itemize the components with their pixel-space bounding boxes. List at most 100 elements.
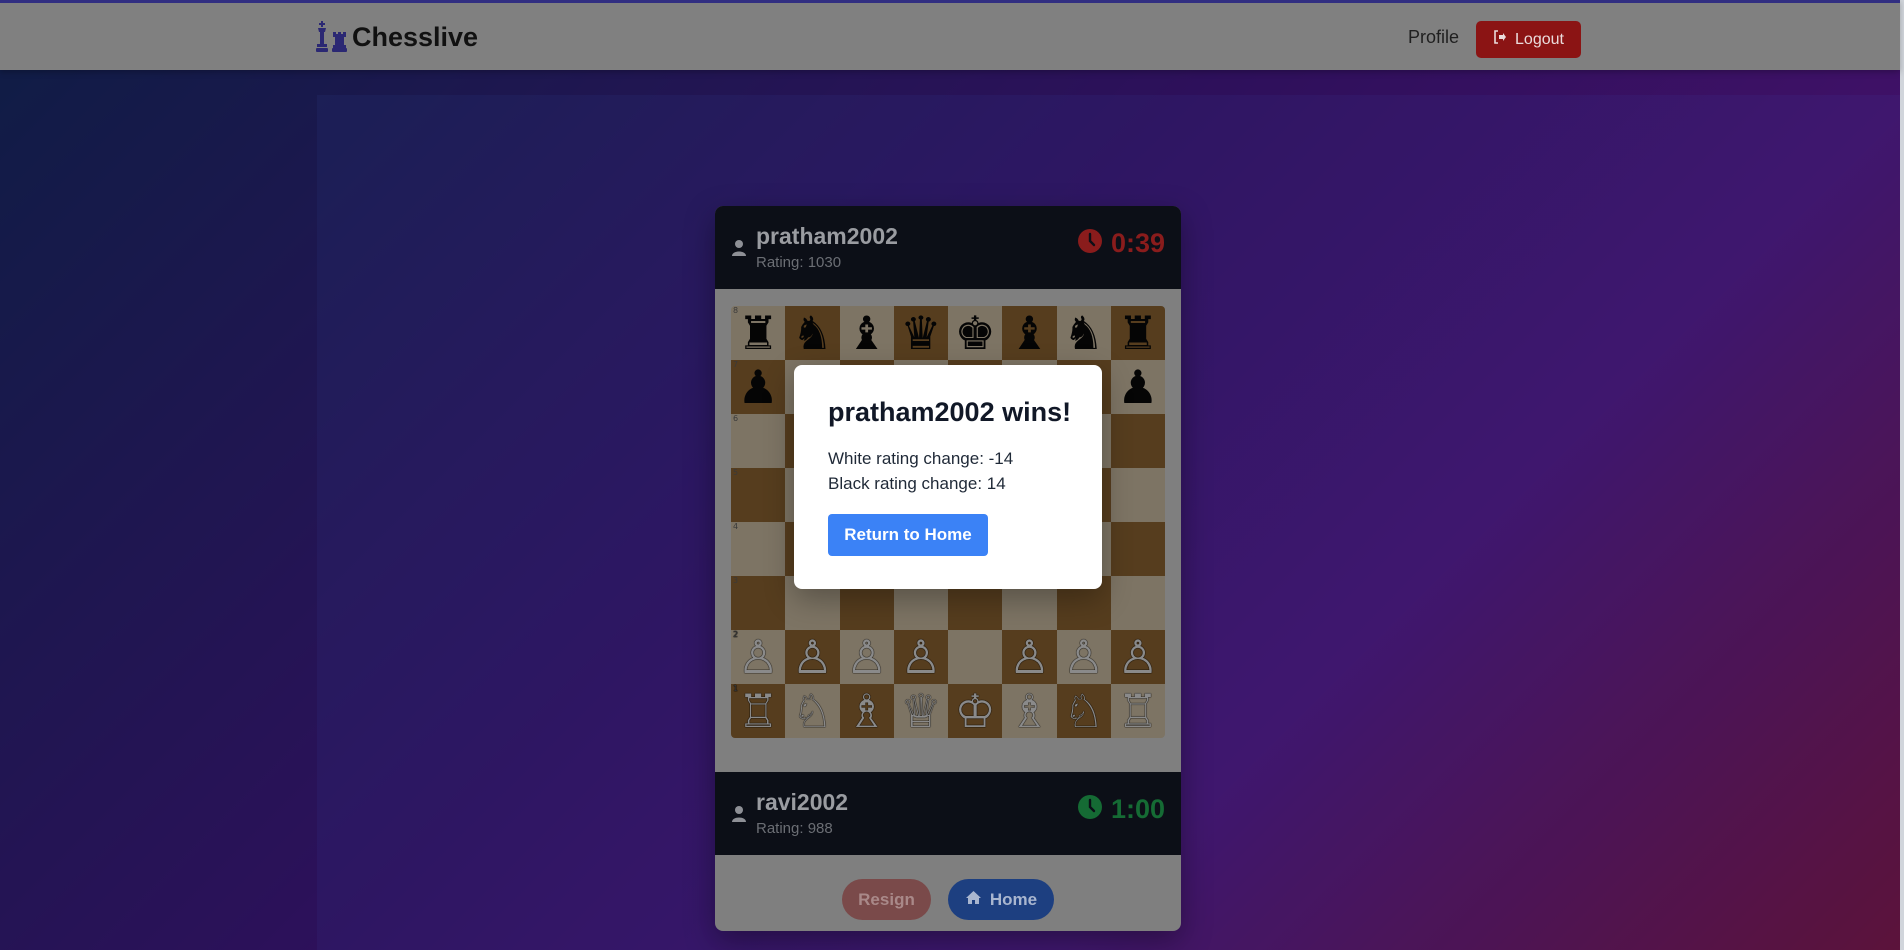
nav-profile-link[interactable]: Profile bbox=[1408, 27, 1459, 48]
board-square[interactable]: ♟ bbox=[1110, 360, 1165, 414]
chess-piece[interactable]: ♗ bbox=[1009, 688, 1050, 734]
board-square[interactable]: ♙ bbox=[1110, 630, 1165, 684]
player-name: ravi2002 bbox=[756, 789, 849, 815]
board-square[interactable]: ♙ bbox=[785, 630, 840, 684]
rank-label: 3 bbox=[733, 576, 739, 585]
clock-icon bbox=[1077, 228, 1103, 259]
board-square[interactable]: ♕ bbox=[893, 684, 948, 738]
board-square[interactable]: 5 bbox=[731, 468, 786, 522]
board-square[interactable] bbox=[1110, 522, 1165, 576]
return-home-button[interactable]: Return to Home bbox=[828, 514, 988, 556]
board-square[interactable]: 8 ♜ bbox=[731, 306, 786, 360]
user-icon bbox=[731, 239, 747, 261]
opponent-clock-time: 0:39 bbox=[1110, 228, 1165, 258]
opponent-name: pratham2002 bbox=[756, 223, 898, 249]
board-square[interactable]: ♝ bbox=[839, 306, 894, 360]
board-square[interactable]: ♛ bbox=[893, 306, 948, 360]
rank-label: 7 bbox=[733, 360, 739, 369]
board-square[interactable] bbox=[1110, 576, 1165, 630]
white-rating-change: White rating change: -14 bbox=[828, 449, 1014, 468]
rank-label: 1 bbox=[733, 684, 739, 693]
chess-piece[interactable]: ♙ bbox=[846, 634, 887, 680]
board-square[interactable]: 7 ♟ bbox=[731, 360, 786, 414]
navbar: Chesslive Profile Logout bbox=[0, 0, 1900, 70]
chess-piece[interactable]: ♚ bbox=[955, 310, 996, 356]
board-square[interactable]: 4 bbox=[731, 522, 786, 576]
board-square[interactable]: ♞ bbox=[785, 306, 840, 360]
logout-label: Logout bbox=[1515, 30, 1564, 48]
chess-piece[interactable]: ♙ bbox=[900, 634, 941, 680]
board-square[interactable] bbox=[948, 630, 1003, 684]
board-square[interactable]: ♞ bbox=[1056, 306, 1111, 360]
black-rating-change: Black rating change: 14 bbox=[828, 474, 1006, 493]
board-square[interactable]: ♔ bbox=[948, 684, 1003, 738]
board-square[interactable]: ♙ bbox=[1002, 630, 1057, 684]
board-square[interactable]: ♝ bbox=[1002, 306, 1057, 360]
game-actions: Resign Home bbox=[715, 872, 1181, 931]
rank-label: 4 bbox=[733, 522, 739, 531]
opponent-panel: pratham2002 Rating: 1030 0:39 bbox=[715, 206, 1181, 289]
chess-piece[interactable]: ♟ bbox=[738, 364, 779, 410]
clock-icon bbox=[1077, 794, 1103, 825]
rank-label: 6 bbox=[733, 414, 739, 423]
board-square[interactable]: 1 ♖ bbox=[731, 684, 786, 738]
modal-title: pratham2002 wins! bbox=[828, 397, 1072, 427]
game-over-modal: pratham2002 wins! White rating change: -… bbox=[794, 365, 1102, 589]
board-square[interactable]: ♙ bbox=[1056, 630, 1111, 684]
chess-piece[interactable]: ♜ bbox=[738, 310, 779, 356]
scrollbar[interactable] bbox=[1900, 0, 1904, 950]
chess-piece[interactable]: ♙ bbox=[1063, 634, 1104, 680]
chess-piece[interactable]: ♛ bbox=[900, 310, 941, 356]
board-square[interactable]: ♙ bbox=[839, 630, 894, 684]
chess-piece[interactable]: ♝ bbox=[846, 310, 887, 356]
player-clock-time: 1:00 bbox=[1110, 794, 1165, 824]
chess-piece[interactable]: ♘ bbox=[792, 688, 833, 734]
chess-piece[interactable]: ♞ bbox=[1063, 310, 1104, 356]
user-icon bbox=[731, 805, 747, 827]
chess-piece[interactable]: ♖ bbox=[738, 688, 779, 734]
logout-button[interactable]: Logout bbox=[1476, 21, 1581, 58]
chess-piece[interactable]: ♙ bbox=[792, 634, 833, 680]
chess-piece[interactable]: ♕ bbox=[900, 688, 941, 734]
chess-piece[interactable]: ♞ bbox=[792, 310, 833, 356]
board-square[interactable] bbox=[1110, 414, 1165, 468]
chess-piece[interactable]: ♙ bbox=[1117, 634, 1158, 680]
board-square[interactable]: 6 bbox=[731, 414, 786, 468]
board-square[interactable]: ♜ bbox=[1110, 306, 1165, 360]
chess-king-rook-icon bbox=[314, 20, 348, 54]
board-square[interactable]: ♙ bbox=[893, 630, 948, 684]
opponent-rating: Rating: 1030 bbox=[756, 254, 842, 271]
chess-piece[interactable]: ♗ bbox=[846, 688, 887, 734]
player-clock: 1:00 bbox=[1077, 794, 1165, 825]
home-icon bbox=[965, 890, 982, 910]
logout-icon bbox=[1493, 30, 1507, 49]
brand-name: Chesslive bbox=[352, 21, 479, 52]
chess-piece[interactable]: ♙ bbox=[1009, 634, 1050, 680]
rank-label: 5 bbox=[733, 468, 739, 477]
chess-piece[interactable]: ♝ bbox=[1009, 310, 1050, 356]
board-square[interactable]: ♘ bbox=[1056, 684, 1111, 738]
board-square[interactable]: ♚ bbox=[948, 306, 1003, 360]
board-square[interactable]: ♗ bbox=[839, 684, 894, 738]
chess-piece[interactable]: ♙ bbox=[738, 634, 779, 680]
board-square[interactable]: ♗ bbox=[1002, 684, 1057, 738]
board-square[interactable] bbox=[1110, 468, 1165, 522]
home-button[interactable]: Home bbox=[948, 879, 1054, 920]
player-rating: Rating: 988 bbox=[756, 820, 833, 837]
home-label: Home bbox=[989, 889, 1038, 909]
board-square[interactable]: ♘ bbox=[785, 684, 840, 738]
board-square[interactable]: ♖ bbox=[1110, 684, 1165, 738]
board-square[interactable]: 2 ♙ bbox=[731, 630, 786, 684]
rank-label: 2 bbox=[733, 630, 739, 639]
board-square[interactable]: 3 bbox=[731, 576, 786, 630]
brand[interactable]: Chesslive bbox=[314, 20, 478, 54]
chess-piece[interactable]: ♖ bbox=[1117, 688, 1158, 734]
chess-piece[interactable]: ♟ bbox=[1117, 364, 1158, 410]
chess-piece[interactable]: ♔ bbox=[955, 688, 996, 734]
opponent-clock: 0:39 bbox=[1077, 228, 1165, 259]
rank-label: 8 bbox=[733, 306, 739, 315]
resign-button[interactable]: Resign bbox=[842, 879, 931, 920]
player-panel: ravi2002 Rating: 988 1:00 bbox=[715, 772, 1181, 855]
chess-piece[interactable]: ♜ bbox=[1117, 310, 1158, 356]
chess-piece[interactable]: ♘ bbox=[1063, 688, 1104, 734]
